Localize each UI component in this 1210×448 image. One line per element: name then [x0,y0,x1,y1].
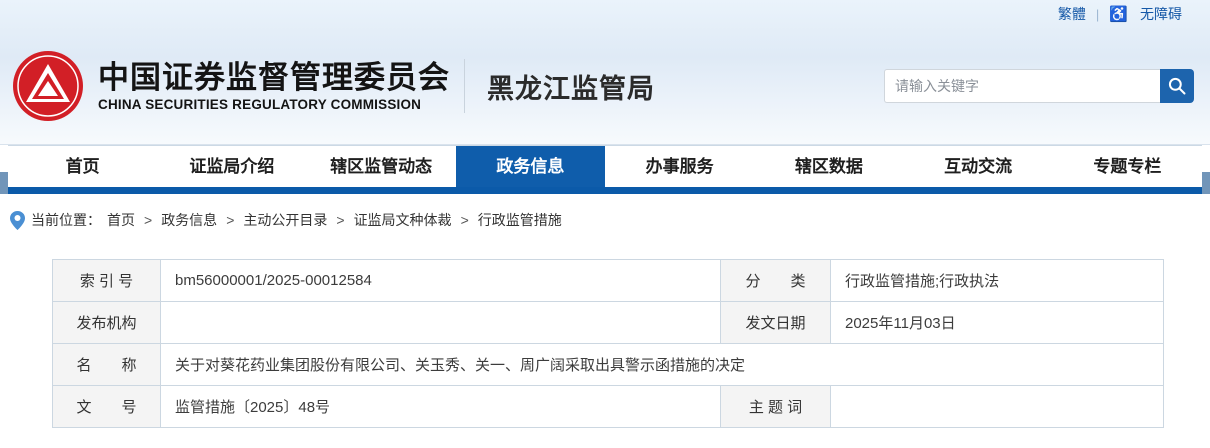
csrc-logo-emblem [13,51,83,121]
nav-item-services[interactable]: 办事服务 [605,146,754,187]
table-row: 名 称 关于对葵花药业集团股份有限公司、关玉秀、关一、周广阔采取出具警示函措施的… [52,343,1164,386]
org-title-block: 中国证券监督管理委员会 CHINA SECURITIES REGULATORY … [98,60,450,113]
nav-item-special-topics[interactable]: 专题专栏 [1053,146,1202,187]
subject-words-value [830,385,1164,428]
issue-date-label: 发文日期 [720,301,831,344]
breadcrumb-separator: > [144,212,153,228]
publishing-agency-label: 发布机构 [52,301,161,344]
brand-row: 中国证券监督管理委员会 CHINA SECURITIES REGULATORY … [0,28,1210,144]
breadcrumb-government-info[interactable]: 政务信息 [161,210,217,230]
nav-right-edge-decoration [1202,172,1210,194]
accessibility-link[interactable]: 无障碍 [1140,4,1182,24]
main-navigation: 首页 证监局介绍 辖区监管动态 政务信息 办事服务 辖区数据 互动交流 专题专栏 [0,145,1210,194]
nav-item-interaction[interactable]: 互动交流 [904,146,1053,187]
nav-left-edge-decoration [0,172,8,194]
utility-bar: 繁體 | ♿ 无障碍 [0,0,1210,28]
publishing-agency-value [160,301,721,344]
nav-item-bureau-intro[interactable]: 证监局介绍 [157,146,306,187]
nav-item-regional-data[interactable]: 辖区数据 [754,146,903,187]
search-box [884,69,1194,103]
category-value: 行政监管措施;行政执法 [830,259,1164,302]
org-name-chinese: 中国证券监督管理委员会 [98,59,450,95]
bureau-name: 黑龙江监管局 [487,73,655,104]
org-name-english: CHINA SECURITIES REGULATORY COMMISSION [98,97,422,113]
table-row: 索 引 号 bm56000001/2025-00012584 分 类 行政监管措… [52,259,1164,302]
page-header: 繁體 | ♿ 无障碍 中国证券监督管理委员会 CHINA SECURITIES … [0,0,1210,145]
breadcrumb-home[interactable]: 首页 [107,210,135,230]
breadcrumb-separator: > [460,212,469,228]
traditional-chinese-link[interactable]: 繁體 [1058,4,1086,24]
breadcrumb-separator: > [226,212,235,228]
wheelchair-accessibility-icon: ♿ [1109,6,1128,23]
subject-words-label: 主 题 词 [720,385,831,428]
issue-date-value: 2025年11月03日 [830,301,1164,344]
index-number-label: 索 引 号 [52,259,161,302]
breadcrumb-regulatory-measures[interactable]: 行政监管措施 [478,210,562,230]
breadcrumb: 当前位置： 首页 > 政务信息 > 主动公开目录 > 证监局文种体裁 > 行政监… [0,194,1210,230]
breadcrumb-separator: > [336,212,345,228]
table-row: 文 号 监管措施〔2025〕48号 主 题 词 [52,385,1164,428]
title-value: 关于对葵花药业集团股份有限公司、关玉秀、关一、周广阔采取出具警示函措施的决定 [160,343,1164,386]
document-number-value: 监管措施〔2025〕48号 [160,385,721,428]
search-icon [1168,77,1186,95]
category-label: 分 类 [720,259,831,302]
header-divider [464,59,465,113]
breadcrumb-document-types[interactable]: 证监局文种体裁 [354,210,452,230]
index-number-value: bm56000001/2025-00012584 [160,259,721,302]
document-info-table: 索 引 号 bm56000001/2025-00012584 分 类 行政监管措… [52,259,1164,428]
nav-item-government-info[interactable]: 政务信息 [455,146,605,187]
utility-divider: | [1095,6,1100,22]
nav-item-home[interactable]: 首页 [8,146,157,187]
nav-item-regional-news[interactable]: 辖区监管动态 [307,146,456,187]
document-number-label: 文 号 [52,385,161,428]
title-label: 名 称 [52,343,161,386]
breadcrumb-open-catalog[interactable]: 主动公开目录 [243,210,327,230]
breadcrumb-prefix: 当前位置： [31,212,101,228]
location-pin-icon [10,210,25,230]
search-button[interactable] [1160,69,1194,103]
search-input[interactable] [884,69,1160,103]
table-row: 发布机构 发文日期 2025年11月03日 [52,301,1164,344]
